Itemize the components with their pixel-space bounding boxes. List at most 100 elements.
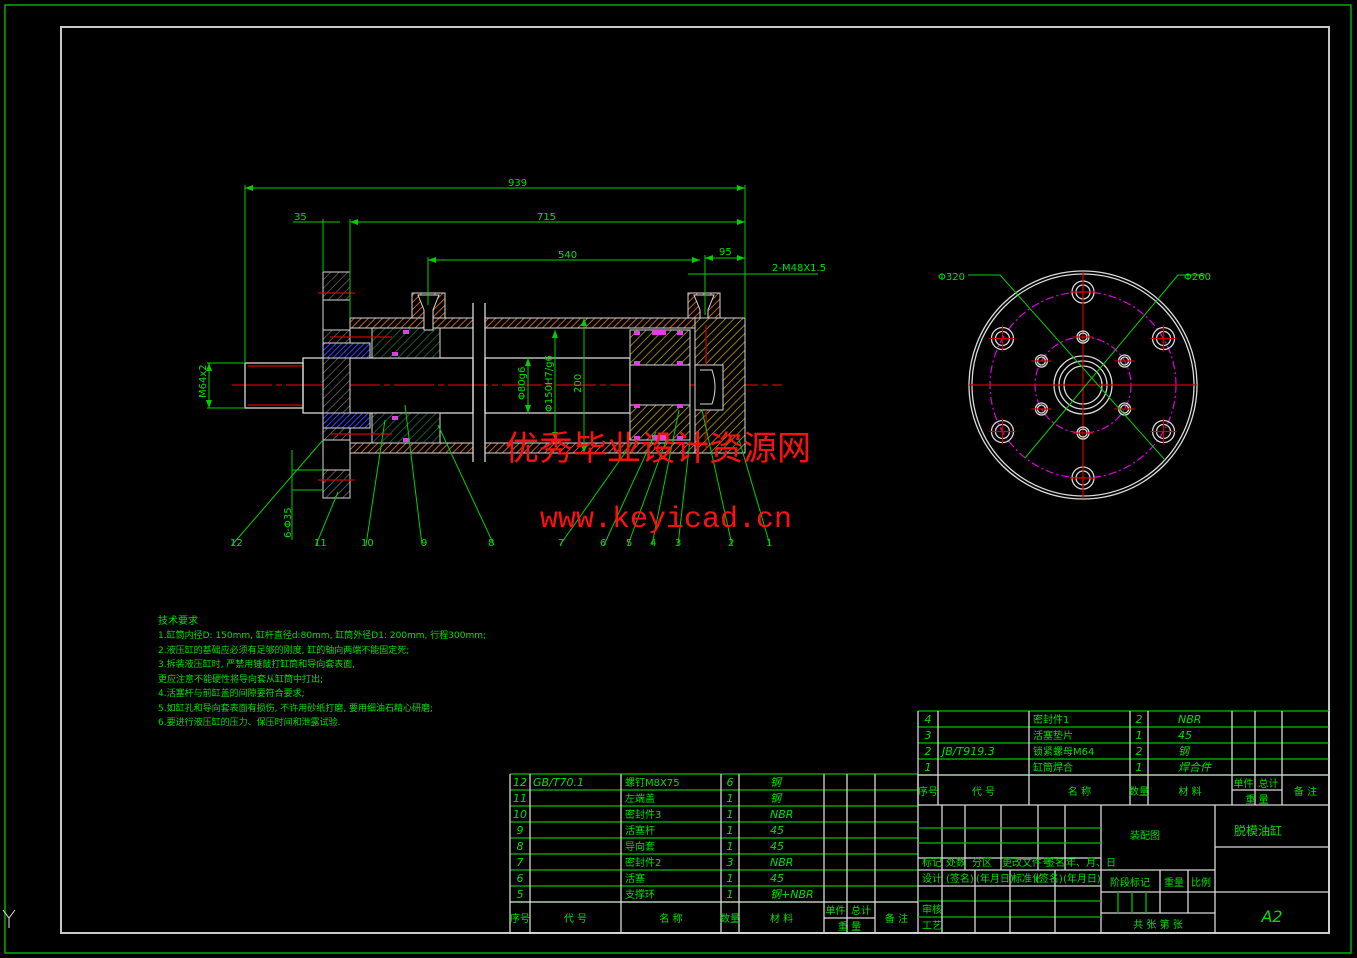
header-name: 名 称 xyxy=(1068,785,1091,798)
balloon-12: 12 xyxy=(230,538,243,549)
bom-qty: 1 xyxy=(727,872,734,885)
bom-name: 缸筒焊合 xyxy=(1033,761,1073,774)
bom-qty: 1 xyxy=(1136,729,1143,742)
header-no: 序号 xyxy=(918,785,938,798)
header-material: 材 料 xyxy=(770,912,793,925)
bom-no: 10 xyxy=(513,808,527,821)
dim-port-thread: 2-M48X1.5 xyxy=(772,263,826,274)
bom-no: 4 xyxy=(925,713,932,726)
bom-name: 密封件2 xyxy=(625,856,661,869)
bom-code: GB/T70.1 xyxy=(533,776,584,789)
bom-row: 10 密封件3 1 NBR xyxy=(513,808,793,821)
cad-drawing: 939 715 35 540 95 2-M48X1.5 M64x2 Φ80g6 … xyxy=(2,4,1352,954)
bom-no: 2 xyxy=(925,745,932,758)
barrel-bottom-wall xyxy=(349,442,474,454)
title-block-and-bom: 12 GB/T70.1 螺钉M8X75 6 钢11 左端盖 1 钢10 密封件3 1 NBR9 活塞杆… xyxy=(509,710,1330,934)
tb-count: 处数 xyxy=(946,856,966,869)
bom-no: 1 xyxy=(925,761,932,774)
dim-barrel-od: 200 xyxy=(573,374,584,393)
tb-date-paren: (年月日) xyxy=(1063,872,1101,885)
bom-name: 导向套 xyxy=(625,840,655,853)
dim-flange-od: Φ320 xyxy=(938,272,965,283)
bom-name: 密封件3 xyxy=(625,808,661,821)
bom-no: 5 xyxy=(517,888,524,901)
bom-material: 钢+NBR xyxy=(770,888,814,901)
bom-material: 45 xyxy=(770,872,784,885)
header-total: 总计 xyxy=(1259,777,1279,790)
bom-material: 焊合件 xyxy=(1178,761,1212,774)
sheet-size: A2 xyxy=(1260,907,1282,926)
bom-qty: 3 xyxy=(727,856,734,869)
flange-bolt-hole xyxy=(989,325,1016,352)
bom-name: 左端盖 xyxy=(625,792,655,805)
dim-95: 95 xyxy=(719,247,732,258)
dim-939: 939 xyxy=(508,178,527,189)
balloon-7: 7 xyxy=(558,538,564,549)
bom-qty: 1 xyxy=(727,808,734,821)
header-code: 代 号 xyxy=(564,913,587,925)
bom-row: 3 活塞垫片 1 45 xyxy=(925,729,1193,742)
header-code: 代 号 xyxy=(972,786,995,798)
balloon-11: 11 xyxy=(314,538,327,549)
dim-bore: Φ150H7/g6 xyxy=(544,355,555,412)
balloon-8: 8 xyxy=(488,538,494,549)
bom-material: 45 xyxy=(770,824,784,837)
flange-bolt-hole xyxy=(1150,418,1177,445)
tb-sign-paren: (签名) xyxy=(1035,872,1063,885)
left-seal-ring xyxy=(322,342,371,359)
tech-item: 4.活塞杆与前缸盖的间隙要符合要求; xyxy=(158,687,305,699)
bom-no: 8 xyxy=(517,840,524,853)
bom-row: 1 缸筒焊合 1 焊合件 xyxy=(925,761,1212,774)
bom-row: 4 密封件1 2 NBR xyxy=(925,713,1202,726)
tech-item: 5.如缸孔和导向套表面有损伤, 不许用砂纸打磨, 要用细油石精心研磨; xyxy=(158,702,433,714)
bom-no: 9 xyxy=(517,824,524,837)
bom-row: 12 GB/T70.1 螺钉M8X75 6 钢 xyxy=(513,776,783,789)
tb-sign: 签名 xyxy=(1045,856,1065,869)
bom-row: 7 密封件2 3 NBR xyxy=(517,856,794,869)
dim-35: 35 xyxy=(294,212,307,223)
bom-no: 3 xyxy=(925,729,932,742)
bom-qty: 1 xyxy=(727,824,734,837)
tb-process: 工艺 xyxy=(922,920,942,932)
tb-weight: 重量 xyxy=(1164,876,1184,889)
header-unit: 单件 xyxy=(1234,778,1254,790)
tech-requirements: 技术要求 1.缸筒内径D: 150mm, 缸杆直径d:80mm, 缸筒外径D1:… xyxy=(158,614,486,728)
bom-no: 7 xyxy=(517,856,524,869)
balloon-10: 10 xyxy=(361,538,374,549)
balloon-3: 3 xyxy=(675,538,681,549)
tech-item: 3.拆装液压缸时, 严禁用锤敲打缸筒和导向套表面, xyxy=(158,658,355,670)
bom-name: 密封件1 xyxy=(1033,713,1069,726)
tb-review: 审核 xyxy=(922,903,942,916)
tb-scale: 比例 xyxy=(1191,876,1211,889)
header-qty: 数量 xyxy=(1129,785,1149,798)
balloon-9: 9 xyxy=(421,538,427,549)
bom-row: 6 活塞 1 45 xyxy=(517,872,785,885)
bom-row: 5 支撑环 1 钢+NBR xyxy=(517,888,814,901)
header-unit: 单件 xyxy=(826,905,846,917)
tb-date: 年、月、日 xyxy=(1066,856,1116,869)
barrel-top-wall xyxy=(349,317,474,329)
bom-material: NBR xyxy=(770,856,793,869)
bom-qty: 2 xyxy=(1136,745,1143,758)
tb-sign-paren: (签名) xyxy=(946,872,974,885)
header-weight: 重 量 xyxy=(1245,793,1268,806)
bom-name: 螺钉M8X75 xyxy=(625,777,680,789)
bom-row: 9 活塞杆 1 45 xyxy=(517,824,785,837)
dim-715: 715 xyxy=(537,212,556,223)
flange-bolt-hole xyxy=(1150,325,1177,352)
tech-heading: 技术要求 xyxy=(158,614,198,627)
flange-bolt-hole xyxy=(1070,465,1096,491)
bom-row: 11 左端盖 1 钢 xyxy=(513,792,783,805)
outer-border xyxy=(4,4,1352,954)
tb-stage-mark: 阶段标记 xyxy=(1110,876,1150,889)
bom-name: 活塞垫片 xyxy=(1033,729,1073,742)
tech-item: 更应注意不能硬性将导向套从缸筒中打出; xyxy=(158,673,323,685)
header-total: 总计 xyxy=(851,904,871,917)
bom-material: NBR xyxy=(770,808,793,821)
bom-name: 活塞杆 xyxy=(625,824,655,837)
balloon-1: 1 xyxy=(766,538,772,549)
bom-no: 11 xyxy=(513,792,527,805)
screw-hole xyxy=(1114,402,1135,416)
bom-row: 2 JB/T919.3 锁紧螺母M64 2 钢 xyxy=(925,745,1192,758)
balloon-4: 4 xyxy=(650,538,656,549)
